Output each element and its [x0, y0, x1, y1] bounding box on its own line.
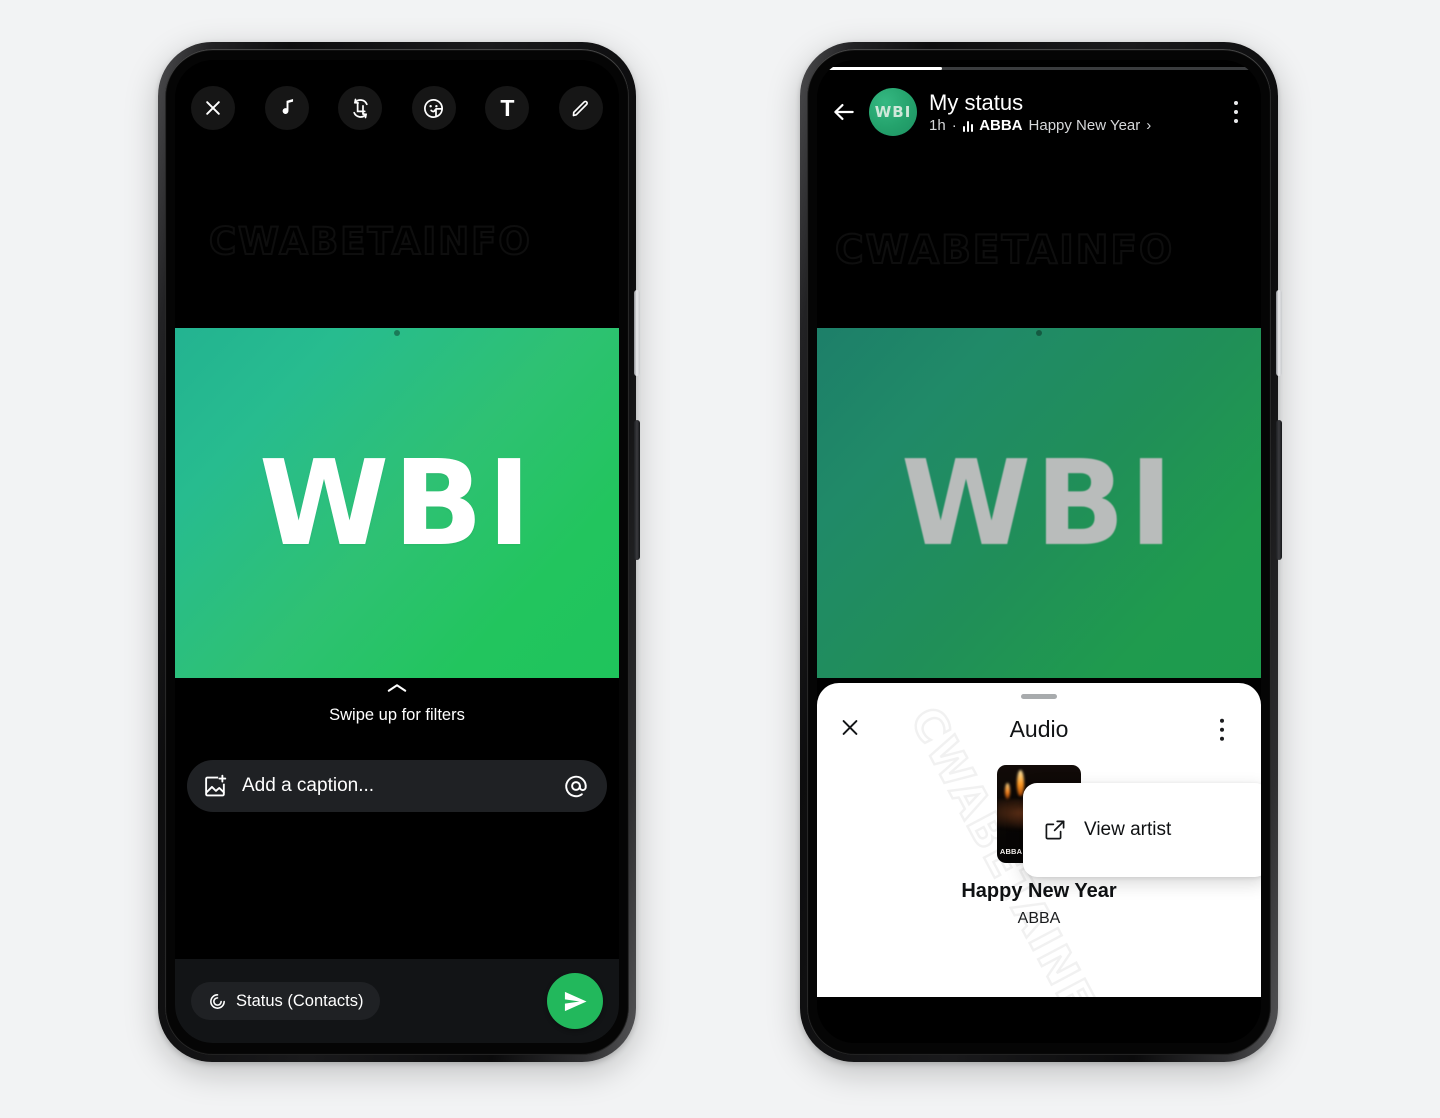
send-icon [564, 991, 587, 1011]
kebab-menu-icon [1219, 718, 1225, 723]
editor-toolbar: T [175, 86, 619, 130]
close-icon [842, 719, 858, 735]
media-top-dot [1036, 330, 1042, 336]
music-note-icon [282, 99, 293, 114]
draw-button[interactable] [558, 86, 603, 130]
text-button[interactable]: T [485, 86, 530, 130]
text-icon: T [500, 94, 515, 121]
add-media-icon [205, 774, 227, 796]
phone-bezel-right: CWABETAINFO WBI My status 1h · ABBA Happ… [807, 49, 1271, 1055]
track-artist: ABBA [1017, 909, 1061, 927]
equalizer-icon [962, 120, 974, 132]
sticker-button[interactable] [411, 86, 456, 130]
watermark: CWABETAINFO [208, 219, 532, 264]
power-button[interactable] [634, 290, 640, 376]
filters-hint-label: Swipe up for filters [329, 706, 465, 724]
view-artist-popup[interactable]: View artist [1023, 783, 1261, 877]
chevron-up-icon [387, 684, 407, 692]
media-top-dot [394, 330, 400, 336]
sheet-close-button[interactable] [839, 716, 861, 743]
status-audio-artist: ABBA [979, 117, 1023, 135]
status-title: My status [929, 89, 1024, 115]
volume-rocker-button[interactable] [1276, 420, 1282, 560]
send-button[interactable] [547, 973, 603, 1029]
crop-rotate-button[interactable] [338, 86, 383, 130]
status-progress-bar [828, 67, 1250, 70]
view-artist-label: View artist [1084, 819, 1172, 840]
sheet-header: Audio [817, 703, 1261, 757]
close-icon [206, 101, 220, 115]
audience-label: Status (Contacts) [236, 991, 364, 1010]
phone-bezel-left: CWABETAINFO T WBI Swipe up for filters A… [165, 49, 629, 1055]
filters-hint[interactable]: Swipe up for filters [175, 682, 619, 725]
phone-device-right: CWABETAINFO WBI My status 1h · ABBA Happ… [800, 42, 1282, 1062]
status-header: WBI My status 1h · ABBA Happy New Year › [817, 80, 1261, 144]
pencil-icon [573, 100, 589, 116]
status-separator: · [951, 117, 957, 135]
at-icon[interactable] [563, 773, 589, 799]
sheet-drag-handle[interactable] [1021, 694, 1057, 699]
status-ring-icon [210, 993, 225, 1009]
back-arrow-icon[interactable] [831, 99, 857, 125]
music-button[interactable] [264, 86, 309, 130]
external-link-icon [1045, 820, 1065, 840]
avatar-label: WBI [874, 103, 912, 121]
screen-right: CWABETAINFO WBI My status 1h · ABBA Happ… [817, 60, 1261, 1043]
media-preview[interactable]: WBI [175, 328, 619, 678]
status-subtitle[interactable]: 1h · ABBA Happy New Year › [929, 117, 1211, 134]
screenshot-canvas: CWABETAINFO T WBI Swipe up for filters A… [0, 0, 1440, 1118]
progress-track [828, 67, 1250, 70]
media-logo-text: WBI [258, 434, 535, 572]
caption-bar[interactable]: Add a caption... [187, 760, 607, 812]
audience-selector-chip[interactable]: Status (Contacts) [191, 982, 381, 1020]
watermark: CWABETAINFO [834, 227, 1175, 274]
status-media-logo-text: WBI [900, 434, 1177, 572]
phone-device-left: CWABETAINFO T WBI Swipe up for filters A… [158, 42, 640, 1062]
power-button[interactable] [1276, 290, 1282, 376]
avatar[interactable]: WBI [869, 88, 917, 136]
progress-fill [828, 67, 942, 70]
status-media[interactable]: WBI [817, 328, 1261, 678]
caption-input[interactable]: Add a caption... [242, 775, 549, 797]
crop-rotate-icon [353, 98, 368, 118]
sheet-title: Audio [1009, 716, 1069, 742]
status-menu-button[interactable] [1223, 100, 1249, 124]
track-title: Happy New Year [961, 879, 1117, 902]
sheet-menu-button[interactable] [1209, 718, 1235, 741]
audio-bottom-sheet: CWABETAINFO Audio [817, 683, 1261, 997]
screen-left: CWABETAINFO T WBI Swipe up for filters A… [175, 60, 619, 1043]
status-time: 1h [929, 117, 946, 135]
status-meta: My status 1h · ABBA Happy New Year › [929, 90, 1211, 134]
sticker-icon [424, 98, 444, 118]
close-button[interactable] [191, 86, 235, 130]
kebab-menu-icon [1233, 100, 1239, 106]
navigation-bar-area [817, 997, 1261, 1043]
status-audio-chevron: › [1146, 117, 1152, 135]
share-bar: Status (Contacts) [175, 959, 619, 1043]
status-audio-track: Happy New Year [1028, 117, 1141, 135]
volume-rocker-button[interactable] [634, 420, 640, 560]
